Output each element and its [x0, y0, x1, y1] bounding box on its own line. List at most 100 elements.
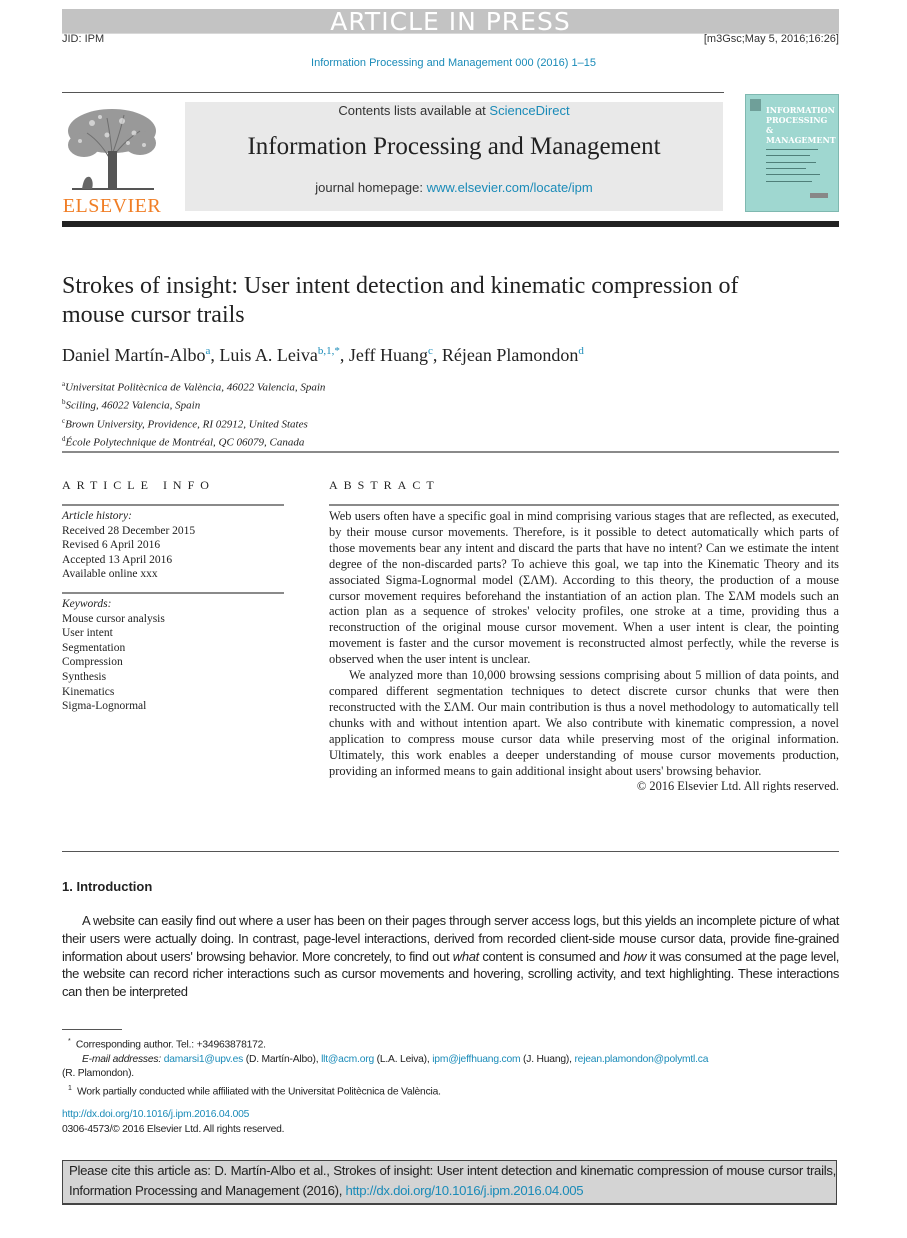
keyword-item: Mouse cursor analysis: [62, 612, 165, 625]
front-matter-end-rule: [62, 851, 839, 852]
author-list: Daniel Martín-Alboa, Luis A. Leivab,1,*,…: [62, 345, 584, 365]
corresponding-author-note: * Corresponding author. Tel.: +349638781…: [62, 1035, 839, 1053]
cover-publisher-icon: [750, 99, 761, 111]
history-item: Accepted 13 April 2016: [62, 553, 173, 566]
abstract-paragraph: We analyzed more than 10,000 browsing se…: [329, 668, 839, 778]
contents-line: Contents lists available at ScienceDirec…: [185, 103, 723, 118]
article-title: Strokes of insight: User intent detectio…: [62, 273, 739, 328]
keywords-divider: [62, 582, 284, 594]
journal-reference-link[interactable]: Information Processing and Management 00…: [0, 57, 907, 69]
abstract-copyright: © 2016 Elsevier Ltd. All rights reserved…: [636, 779, 839, 794]
affiliation-item: dÉcole Polytechnique de Montréal, QC 060…: [62, 432, 325, 450]
cover-title: INFORMATION PROCESSING & MANAGEMENT: [766, 105, 836, 145]
abstract-divider: [329, 504, 839, 506]
cover-title-line: INFORMATION: [766, 105, 835, 115]
footnote-rule: [62, 1029, 122, 1030]
corresponding-text: Corresponding author. Tel.: +34963878172…: [75, 1039, 266, 1051]
history-item: Available online xxx: [62, 568, 158, 581]
cover-title-line: MANAGEMENT: [766, 135, 836, 145]
keyword-item: Kinematics: [62, 685, 115, 698]
cover-title-line: &: [766, 125, 774, 135]
email-addresses: E-mail addresses: damarsi1@upv.es (D. Ma…: [62, 1053, 839, 1067]
author-affiliation-mark[interactable]: c: [428, 345, 433, 357]
email-link[interactable]: damarsi1@upv.es: [164, 1054, 244, 1065]
cover-text-line: [766, 149, 818, 150]
footnote-mark: *: [68, 1038, 71, 1045]
cover-text-line: [766, 168, 806, 169]
affiliation-text: Brown University, Providence, RI 02912, …: [65, 418, 308, 431]
issn-copyright: 0306-4573/© 2016 Elsevier Ltd. All right…: [62, 1124, 285, 1135]
intro-emphasis: what: [452, 948, 479, 964]
affiliation-item: bSciling, 46022 Valencia, Spain: [62, 395, 325, 413]
article-info: Article history: Received 28 December 20…: [62, 509, 284, 714]
footnote-text: Work partially conducted while affiliate…: [77, 1086, 441, 1098]
email-tail: (R. Plamondon).: [62, 1068, 134, 1080]
author-name[interactable]: Jeff Huang: [349, 345, 428, 365]
introduction-heading: 1. Introduction: [62, 879, 153, 894]
author-affiliation-mark[interactable]: b,1,*: [318, 345, 340, 357]
cover-text-line: [766, 174, 820, 175]
journal-masthead: Contents lists available at ScienceDirec…: [185, 102, 723, 211]
cover-text-line: [766, 155, 810, 156]
homepage-prefix: journal homepage:: [315, 180, 427, 195]
history-label: Article history:: [62, 510, 132, 522]
affiliation-list: aUniversitat Politècnica de València, 46…: [62, 377, 325, 450]
homepage-line: journal homepage: www.elsevier.com/locat…: [185, 180, 723, 195]
affiliation-text: École Polytechnique de Montréal, QC 0607…: [65, 436, 305, 449]
footnotes: * Corresponding author. Tel.: +349638781…: [62, 1035, 839, 1099]
author-name[interactable]: Daniel Martín-Albo: [62, 345, 205, 365]
affiliation-text: Sciling, 46022 Valencia, Spain: [65, 399, 201, 412]
affiliation-text: Universitat Politècnica de València, 460…: [65, 381, 326, 394]
citation-doi-link[interactable]: http://dx.doi.org/10.1016/j.ipm.2016.04.…: [346, 1183, 584, 1198]
cover-text-line: [766, 181, 812, 182]
article-in-press-banner: ARTICLE IN PRESS: [62, 9, 839, 35]
keyword-item: Synthesis: [62, 670, 107, 683]
cover-text-line: [766, 162, 816, 163]
affiliation-item: cBrown University, Providence, RI 02912,…: [62, 414, 325, 432]
journal-title: Information Processing and Management: [247, 133, 661, 160]
journal-homepage-link[interactable]: www.elsevier.com/locate/ipm: [427, 180, 593, 195]
contents-prefix: Contents lists available at: [338, 103, 490, 118]
introduction-paragraph: A website can easily find out where a us…: [62, 912, 839, 1001]
journal-id: JID: IPM: [62, 33, 105, 45]
footnote-mark: 1: [68, 1084, 72, 1092]
affiliation-item: aUniversitat Politècnica de València, 46…: [62, 377, 325, 395]
email-link[interactable]: rejean.plamondon@polymtl.ca: [574, 1054, 708, 1065]
keyword-item: Segmentation: [62, 641, 126, 654]
intro-text: content is consumed and: [478, 948, 624, 964]
doi-block: http://dx.doi.org/10.1016/j.ipm.2016.04.…: [62, 1107, 285, 1137]
article-info-heading: ARTICLE INFO: [62, 478, 215, 492]
history-item: Revised 6 April 2016: [62, 539, 161, 552]
doi-link[interactable]: http://dx.doi.org/10.1016/j.ipm.2016.04.…: [62, 1107, 284, 1122]
journal-cover-thumbnail[interactable]: INFORMATION PROCESSING & MANAGEMENT: [745, 94, 839, 212]
elsevier-tree-icon: [68, 109, 156, 190]
abstract-paragraph: Web users often have a specific goal in …: [329, 509, 839, 667]
history-item: Received 28 December 2015: [62, 524, 196, 537]
sciencedirect-link[interactable]: ScienceDirect: [489, 103, 569, 118]
abstract-body: Web users often have a specific goal in …: [329, 509, 839, 795]
author-name[interactable]: Réjean Plamondon: [442, 345, 578, 365]
masthead-top-rule: [62, 92, 724, 93]
email-owner: (L.A. Leiva),: [373, 1053, 433, 1065]
footnote-1: 1 Work partially conducted while affilia…: [62, 1082, 839, 1100]
intro-emphasis: how: [623, 948, 647, 964]
author-affiliation-mark[interactable]: d: [578, 345, 584, 357]
article-info-divider: [62, 504, 284, 506]
elsevier-wordmark: ELSEVIER: [62, 195, 162, 217]
keyword-item: Compression: [62, 656, 123, 669]
keyword-item: Sigma-Lognormal: [62, 700, 147, 713]
email-link[interactable]: ipm@jeffhuang.com: [432, 1054, 520, 1065]
author-name[interactable]: Luis A. Leiva: [219, 345, 317, 365]
citation-box: Please cite this article as: D. Martín-A…: [62, 1160, 837, 1205]
keywords-label: Keywords:: [62, 597, 112, 610]
abstract-heading: ABSTRACT: [329, 478, 440, 492]
build-stamp: [m3Gsc;May 5, 2016;16:26]: [703, 33, 839, 45]
email-label: E-mail addresses:: [82, 1053, 162, 1065]
email-link[interactable]: llt@acm.org: [321, 1054, 374, 1065]
author-affiliation-mark[interactable]: a: [205, 345, 210, 357]
cover-barcode: [810, 193, 828, 198]
elsevier-logo[interactable]: ELSEVIER: [62, 103, 162, 217]
keyword-item: User intent: [62, 627, 113, 640]
email-owner: (D. Martín-Albo),: [243, 1053, 322, 1065]
masthead-bottom-rule: [62, 221, 839, 227]
